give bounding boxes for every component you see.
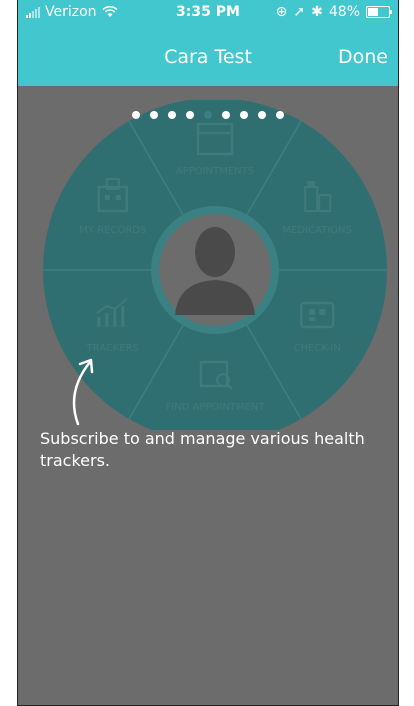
wheel-segment-label: CHECK-IN bbox=[294, 343, 341, 354]
wheel-segment-label: FIND APPOINTMENT bbox=[166, 402, 266, 413]
tooltip-text: Subscribe to and manage various health t… bbox=[40, 429, 365, 470]
navigation-bar: Cara Test Done bbox=[18, 26, 398, 86]
page-indicator[interactable] bbox=[18, 111, 398, 119]
page-dot[interactable] bbox=[186, 111, 194, 119]
app-screen: Verizon 3:35 PM ⊕ ➚ ✱ 48% Cara Test Done… bbox=[17, 0, 399, 706]
page-dot[interactable] bbox=[204, 111, 212, 119]
page-dot[interactable] bbox=[150, 111, 158, 119]
bluetooth-icon: ✱ bbox=[311, 4, 323, 20]
page-dot[interactable] bbox=[240, 111, 248, 119]
battery-percent: 48% bbox=[328, 4, 360, 20]
wheel-segment-label: MY RECORDS bbox=[79, 225, 146, 236]
battery-icon bbox=[366, 6, 392, 18]
done-button[interactable]: Done bbox=[338, 46, 388, 68]
wheel-segment-label: APPOINTMENTS bbox=[176, 166, 254, 177]
page-dot[interactable] bbox=[132, 111, 140, 119]
page-dot[interactable] bbox=[168, 111, 176, 119]
status-bar: Verizon 3:35 PM ⊕ ➚ ✱ 48% bbox=[18, 0, 398, 26]
page-dot[interactable] bbox=[276, 111, 284, 119]
page-dot[interactable] bbox=[222, 111, 230, 119]
wheel-segment-label: MEDICATIONS bbox=[282, 225, 351, 236]
status-right: ⊕ ➚ ✱ 48% bbox=[275, 4, 392, 20]
location-icon: ➚ bbox=[293, 4, 306, 20]
rotation-lock-icon: ⊕ bbox=[275, 4, 288, 20]
hint-arrow-icon bbox=[72, 358, 94, 426]
page-dot[interactable] bbox=[258, 111, 266, 119]
